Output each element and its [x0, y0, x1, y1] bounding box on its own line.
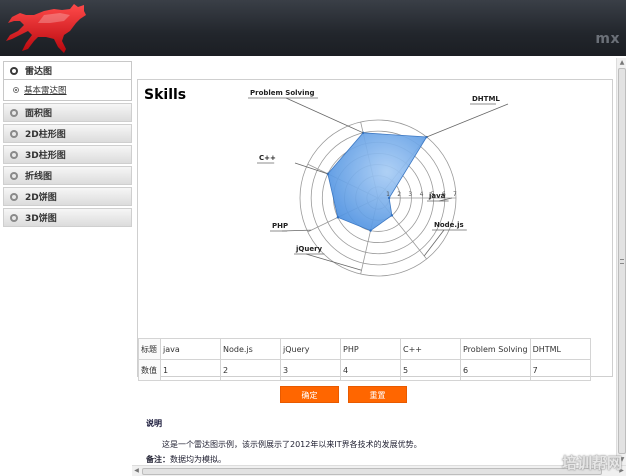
- label-leader-line: [426, 103, 509, 138]
- sidebar-item-label: 3D饼图: [25, 214, 57, 224]
- tick-label: 3: [408, 191, 412, 198]
- radar-series-area: [327, 132, 428, 232]
- category-label: DHTML: [472, 95, 500, 103]
- sidebar-item-label: 2D饼图: [25, 193, 57, 203]
- sidebar-item-area[interactable]: 面积图: [3, 103, 132, 122]
- notes-section: 说明 这是一个雷达图示例，该示例展示了2012年以来IT界各技术的发展优势。 备…: [146, 418, 606, 465]
- sidebar-item-label: 折线图: [25, 172, 53, 182]
- sidebar-subitem-basic-radar[interactable]: 基本雷达图: [3, 80, 132, 101]
- tick-label: 1: [386, 191, 390, 198]
- sidebar-item-3d-column[interactable]: 3D柱形图: [3, 145, 132, 164]
- label-leader-line: [305, 253, 362, 271]
- table-cell: 7: [529, 359, 591, 381]
- reset-button[interactable]: 重置: [348, 386, 407, 403]
- table-cell: 3: [280, 359, 341, 381]
- notes-title: 说明: [146, 419, 162, 428]
- sidebar-item-3d-pie[interactable]: 3D饼图: [3, 208, 132, 227]
- table-row: 标题 java Node.js jQuery PHP C++ Problem S…: [138, 338, 591, 360]
- sidebar-item-2d-pie[interactable]: 2D饼图: [3, 187, 132, 206]
- table-row: 数值 1 2 3 4 5 6 7: [138, 359, 591, 381]
- bullet-icon: [10, 171, 18, 180]
- table-cell: Problem Solving: [460, 338, 531, 360]
- vertical-scrollbar[interactable]: ▲ ▼: [616, 58, 626, 465]
- bullet-icon: [10, 66, 18, 75]
- scroll-thumb[interactable]: [142, 468, 602, 475]
- table-cell: 1: [160, 359, 221, 381]
- table-cell: 6: [460, 359, 531, 381]
- remark-label: 备注：: [146, 455, 170, 464]
- label-leader-line: [285, 97, 364, 134]
- table-cell: 5: [400, 359, 461, 381]
- label-leader-line: [294, 162, 328, 175]
- radar-chart: Skills1 2 3 4 5 6 7javaNode.jsjQueryPHPC++Prob…: [144, 87, 509, 277]
- horizontal-scrollbar[interactable]: ◀ ▶: [132, 465, 626, 476]
- main-content: Skills 1 2 3 4 5 6 7 java Node.js jQuery PHP C++ Prob…: [132, 58, 616, 465]
- category-label: Node.js: [434, 221, 464, 229]
- sidebar-subitem-label: 基本雷达图: [24, 86, 67, 96]
- tick-label: 2: [397, 191, 401, 198]
- bullet-icon: [10, 129, 18, 138]
- scroll-left-icon[interactable]: ◀: [132, 466, 141, 476]
- tick-label: 7: [453, 191, 457, 198]
- category-label: Problem Solving: [250, 89, 315, 97]
- table-cell: PHP: [340, 338, 401, 360]
- table-cell: 2: [220, 359, 281, 381]
- table-cell: DHTML: [529, 338, 591, 360]
- category-label: C++: [259, 154, 276, 162]
- sidebar-item-2d-column[interactable]: 2D柱形图: [3, 124, 132, 143]
- sidebar-item-label: 雷达图: [25, 67, 53, 77]
- remark-text: 数据均为模拟。: [170, 455, 226, 464]
- app-header: mx: [0, 0, 626, 56]
- sidebar-item-label: 面积图: [25, 109, 53, 119]
- table-cell: jQuery: [280, 338, 341, 360]
- category-label: PHP: [272, 222, 288, 230]
- category-label: jQuery: [295, 245, 323, 253]
- table-row-header: 标题: [138, 338, 161, 360]
- data-point: [369, 229, 372, 232]
- horse-logo-icon[interactable]: [4, 1, 88, 55]
- brand-label: mx: [595, 31, 620, 47]
- radio-bullet-icon: [13, 87, 19, 93]
- bullet-icon: [10, 213, 18, 222]
- category-label: java: [428, 192, 446, 200]
- data-point: [390, 214, 394, 217]
- scroll-thumb[interactable]: [618, 68, 626, 454]
- data-point: [336, 216, 340, 219]
- table-cell: java: [160, 338, 221, 360]
- bullet-icon: [10, 150, 18, 159]
- chart-title: Skills: [144, 87, 186, 103]
- sidebar-item-label: 3D柱形图: [25, 151, 66, 161]
- sidebar-item-line[interactable]: 折线图: [3, 166, 132, 185]
- watermark-label: 培训帮网: [561, 454, 622, 472]
- table-cell: Node.js: [220, 338, 281, 360]
- scroll-up-icon[interactable]: ▲: [618, 58, 626, 68]
- sidebar-item-radar[interactable]: 雷达图: [3, 61, 132, 80]
- sidebar: 雷达图 基本雷达图 面积图 2D柱形图 3D柱形图 折线图 2D饼图 3D饼图: [3, 61, 132, 229]
- table-cell: 4: [340, 359, 401, 381]
- bullet-icon: [10, 108, 18, 117]
- data-table: 标题 java Node.js jQuery PHP C++ Problem S…: [138, 338, 591, 381]
- notes-description: 这是一个雷达图示例，该示例展示了2012年以来IT界各技术的发展优势。: [162, 440, 422, 449]
- confirm-button[interactable]: 确定: [280, 386, 339, 403]
- table-cell: C++: [400, 338, 461, 360]
- sidebar-item-label: 2D柱形图: [25, 130, 66, 140]
- table-row-header: 数值: [138, 359, 161, 381]
- bullet-icon: [10, 192, 18, 201]
- tick-label: 4: [420, 191, 424, 198]
- chart-panel: Skills 1 2 3 4 5 6 7 java Node.js jQuery PHP C++ Prob…: [137, 79, 613, 377]
- notes-remark: 备注：数据均为模拟。: [146, 454, 606, 465]
- grip-icon: [620, 259, 624, 264]
